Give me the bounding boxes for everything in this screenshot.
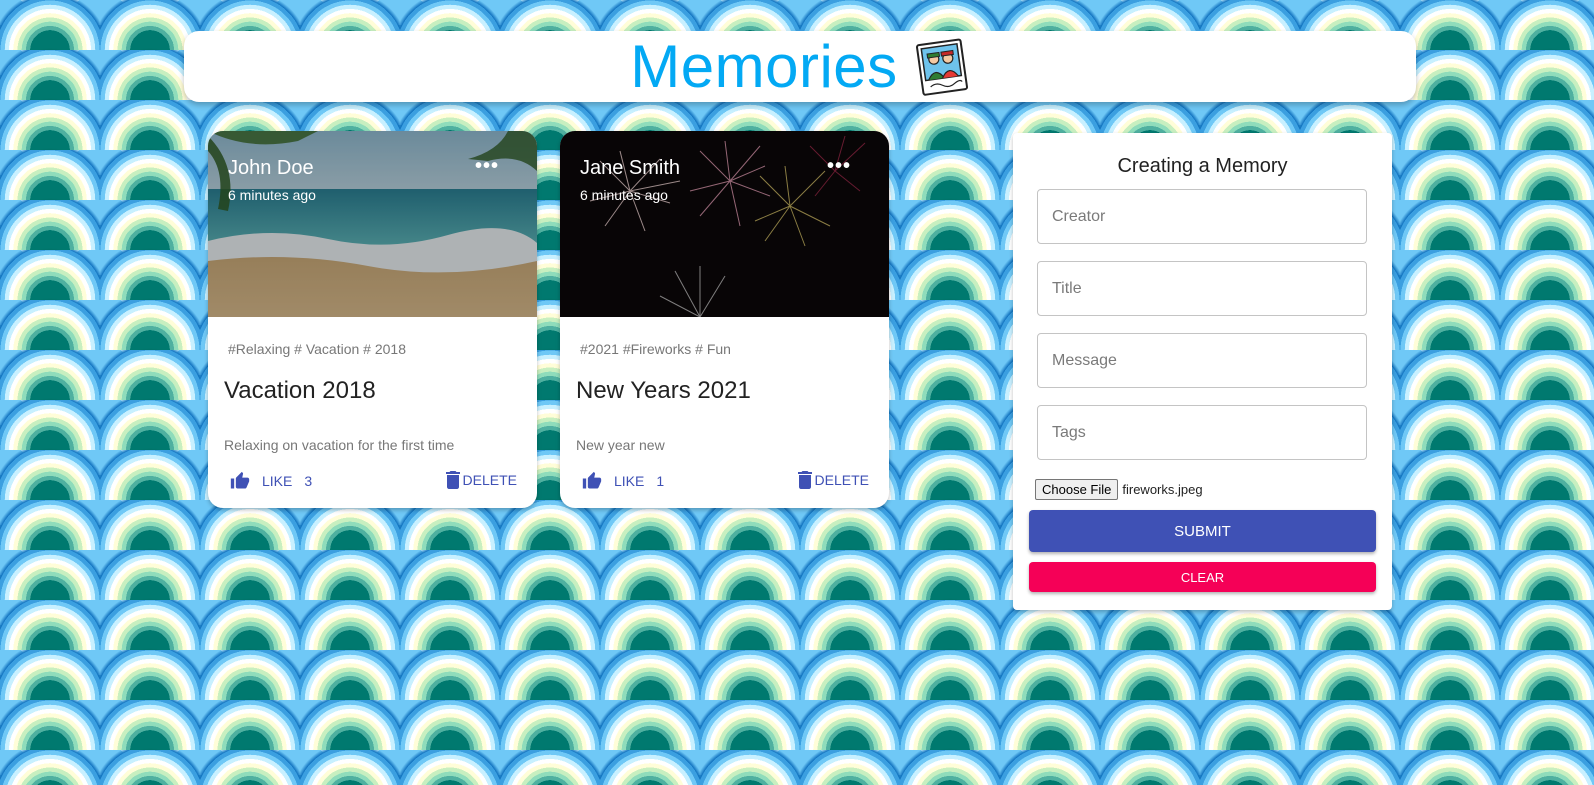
title-input[interactable] bbox=[1037, 261, 1367, 316]
file-name: fireworks.jpeg bbox=[1122, 482, 1203, 497]
delete-label: DELETE bbox=[462, 472, 517, 488]
card-message: Relaxing on vacation for the first time bbox=[224, 437, 455, 453]
card-time: 6 minutes ago bbox=[228, 187, 316, 203]
memory-card: John Doe 6 minutes ago ••• #Relaxing # V… bbox=[208, 131, 537, 508]
card-actions: LIKE 3 DELETE bbox=[208, 471, 537, 501]
card-title: New Years 2021 bbox=[576, 377, 751, 404]
tags-input[interactable] bbox=[1037, 405, 1367, 460]
choose-file-button[interactable]: Choose File bbox=[1035, 479, 1119, 500]
like-button[interactable]: LIKE 1 bbox=[582, 471, 664, 491]
thumb-up-icon bbox=[582, 471, 602, 489]
card-time: 6 minutes ago bbox=[580, 187, 668, 203]
delete-button[interactable]: DELETE bbox=[445, 471, 517, 489]
delete-label: DELETE bbox=[814, 472, 869, 488]
more-horiz-icon[interactable]: ••• bbox=[475, 155, 499, 178]
card-actions: LIKE 1 DELETE bbox=[560, 471, 889, 501]
card-tags: #2021 #Fireworks # Fun bbox=[580, 341, 731, 357]
form-title: Creating a Memory bbox=[1117, 155, 1288, 177]
submit-button[interactable]: SUBMIT bbox=[1029, 510, 1376, 552]
delete-button[interactable]: DELETE bbox=[797, 471, 869, 489]
clear-button[interactable]: CLEAR bbox=[1029, 562, 1376, 592]
like-count: 3 bbox=[304, 473, 313, 489]
card-title: Vacation 2018 bbox=[224, 377, 376, 404]
like-label: LIKE bbox=[262, 473, 293, 489]
trash-icon bbox=[445, 471, 460, 489]
card-creator: Jane Smith bbox=[580, 157, 681, 179]
message-input[interactable] bbox=[1037, 333, 1367, 388]
app-header: Memories bbox=[184, 31, 1416, 102]
card-message: New year new bbox=[576, 437, 665, 453]
card-creator: John Doe bbox=[228, 157, 314, 179]
app-title: Memories bbox=[630, 33, 898, 100]
like-button[interactable]: LIKE 3 bbox=[230, 471, 312, 491]
create-memory-form: Creating a Memory Choose File fireworks.… bbox=[1013, 133, 1392, 610]
file-picker: Choose File fireworks.jpeg bbox=[1035, 479, 1203, 500]
memories-photo-logo-icon bbox=[915, 38, 968, 96]
trash-icon bbox=[797, 471, 812, 489]
thumb-up-icon bbox=[230, 471, 250, 489]
creator-input[interactable] bbox=[1037, 189, 1367, 244]
card-tags: #Relaxing # Vacation # 2018 bbox=[228, 341, 406, 357]
like-label: LIKE bbox=[614, 473, 645, 489]
more-horiz-icon[interactable]: ••• bbox=[827, 155, 851, 178]
like-count: 1 bbox=[656, 473, 665, 489]
memory-card: Jane Smith 6 minutes ago ••• #2021 #Fire… bbox=[560, 131, 889, 508]
